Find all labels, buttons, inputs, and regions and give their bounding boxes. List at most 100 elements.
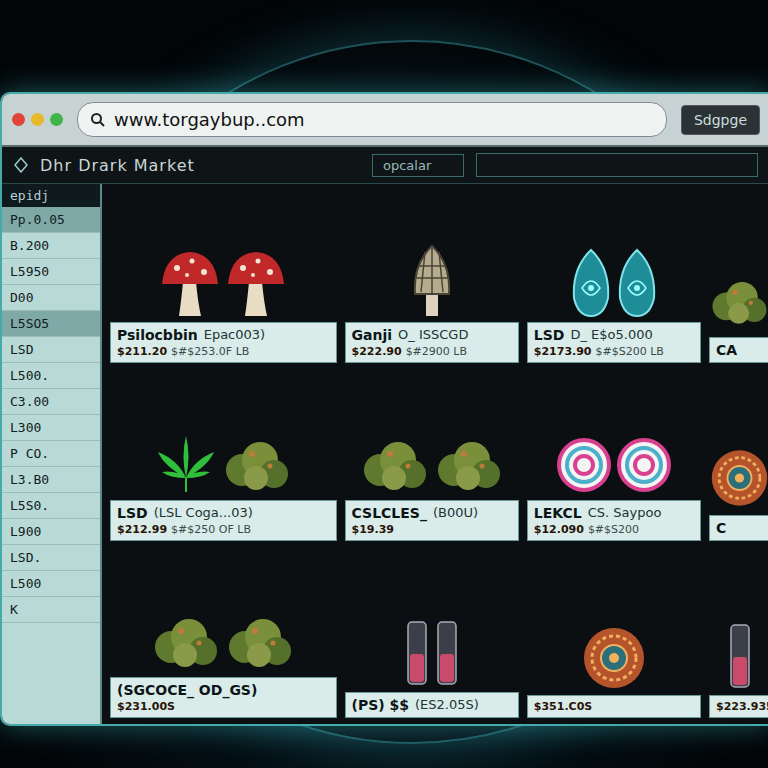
- product-card[interactable]: CSLCLES_ (B00U) $19.39: [345, 369, 519, 540]
- maximize-button[interactable]: [50, 113, 63, 126]
- browser-toolbar: www.torgaybup..com Sdgpge: [2, 94, 768, 147]
- product-row: LSD (LSL Coga...03) $212.99 $#$250 OF LB…: [110, 369, 768, 540]
- product-label: $351.C0S: [527, 695, 701, 718]
- sidebar-item[interactable]: L5S0.: [2, 493, 100, 519]
- sidebar-item[interactable]: C3.00: [2, 389, 100, 415]
- url-text: www.torgaybup..com: [114, 109, 305, 130]
- product-code: CS. Saypoo: [588, 505, 662, 521]
- header-field[interactable]: opcalar: [372, 154, 464, 177]
- product-price: $19.39: [352, 523, 512, 536]
- product-price: $222.90 $#2900 LB: [352, 345, 512, 358]
- price-per-unit: $#$253.0F LB: [171, 345, 249, 358]
- product-label: C: [709, 515, 768, 541]
- search-icon: [90, 112, 106, 128]
- product-row: (SGCOCE_ OD_GS) $231.00S (PS) $$ (ES2.05…: [110, 547, 768, 718]
- product-label: (SGCOCE_ OD_GS) $231.00S: [110, 677, 337, 718]
- site-header: Dhr Drark Market opcalar: [2, 147, 768, 184]
- sidebar-item[interactable]: L500: [2, 571, 100, 597]
- sidebar-item[interactable]: LSD: [2, 337, 100, 363]
- cannabis-bud-icon: [434, 434, 504, 496]
- mushroom-icon: [225, 248, 287, 318]
- address-bar[interactable]: www.torgaybup..com: [77, 102, 667, 137]
- product-card[interactable]: (SGCOCE_ OD_GS) $231.00S: [110, 547, 337, 718]
- product-name: (SGCOCE_ OD_GS): [117, 682, 330, 698]
- morel-icon: [407, 244, 457, 318]
- sidebar-item[interactable]: B.200: [2, 233, 100, 259]
- header-field-empty[interactable]: [476, 153, 758, 177]
- product-art: [110, 192, 337, 318]
- content: epidj Pp.0.05B.200L5950D00L5SO5LSDL500.C…: [2, 184, 768, 724]
- product-name: LSD D_ E$o5.000: [534, 327, 694, 343]
- sidebar-item[interactable]: LSD.: [2, 545, 100, 571]
- sidebar-item[interactable]: K: [2, 597, 100, 623]
- product-card[interactable]: $351.C0S: [527, 547, 701, 718]
- product-price: $2173.90 $#$S200 LB: [534, 345, 694, 358]
- cannabis-bud-icon: [360, 434, 430, 496]
- product-price: $351.C0S: [534, 700, 694, 713]
- product-card[interactable]: LSD (LSL Coga...03) $212.99 $#$250 OF LB: [110, 369, 337, 540]
- product-art: [527, 547, 701, 691]
- cannabis-bud-icon: [225, 611, 295, 673]
- product-card[interactable]: C: [709, 369, 768, 540]
- product-name: C: [716, 520, 763, 536]
- product-art: [709, 369, 768, 510]
- sidebar-item[interactable]: L5SO5: [2, 311, 100, 337]
- product-code: Epac003): [204, 327, 265, 343]
- sidebar-item[interactable]: L3.B0: [2, 467, 100, 493]
- sidebar-item[interactable]: Pp.0.05: [2, 207, 100, 233]
- sidebar-item[interactable]: L500.: [2, 363, 100, 389]
- product-art: [110, 369, 337, 495]
- product-art: [527, 369, 701, 495]
- product-name: CA: [716, 342, 763, 358]
- product-price: $212.99 $#$250 OF LB: [117, 523, 330, 536]
- sidebar-item[interactable]: L900: [2, 519, 100, 545]
- product-card[interactable]: (PS) $$ (ES2.05S): [345, 547, 519, 718]
- vial-icon: [727, 621, 753, 691]
- spiral-candy-icon: [556, 434, 612, 496]
- cannabis-bud-icon: [151, 611, 221, 673]
- product-code: (B00U): [433, 505, 478, 521]
- sidebar-item[interactable]: L300: [2, 415, 100, 441]
- site-title: Dhr Drark Market: [40, 156, 360, 175]
- product-card[interactable]: $223.935: [709, 547, 768, 718]
- product-code: (ES2.05S): [415, 697, 479, 713]
- product-label: Ganji O_ ISSCGD $222.90 $#2900 LB: [345, 322, 519, 363]
- logo-icon: [14, 157, 28, 173]
- product-code: O_ ISSCGD: [398, 327, 468, 343]
- product-art: [527, 192, 701, 318]
- sidebar-item[interactable]: D00: [2, 285, 100, 311]
- product-card[interactable]: LEKCL CS. Saypoo $12.090 $#$S200: [527, 369, 701, 540]
- product-name: LSD (LSL Coga...03): [117, 505, 330, 521]
- product-art: [110, 547, 337, 673]
- product-label: Psilocbbin Epac003) $211.20 $#$253.0F LB: [110, 322, 337, 363]
- price-per-unit: $#2900 LB: [406, 345, 467, 358]
- price-per-unit: $#$S200 LB: [596, 345, 664, 358]
- browser-window: www.torgaybup..com Sdgpge Dhr Drark Mark…: [0, 92, 768, 726]
- product-art: [709, 547, 768, 691]
- product-name: CSLCLES_ (B00U): [352, 505, 512, 521]
- product-name: LEKCL CS. Saypoo: [534, 505, 694, 521]
- spiral-candy-icon: [616, 434, 672, 496]
- page: www.torgaybup..com Sdgpge Dhr Drark Mark…: [0, 0, 768, 768]
- product-art: [345, 547, 519, 688]
- product-name: Psilocbbin Epac003): [117, 327, 330, 343]
- window-controls: [12, 113, 63, 126]
- close-button[interactable]: [12, 113, 25, 126]
- product-art: [345, 192, 519, 318]
- product-card[interactable]: Ganji O_ ISSCGD $222.90 $#2900 LB: [345, 192, 519, 363]
- product-card[interactable]: CA: [709, 192, 768, 363]
- product-code: D_ E$o5.000: [570, 327, 652, 343]
- product-label: (PS) $$ (ES2.05S): [345, 692, 519, 718]
- vial-icon: [434, 618, 460, 688]
- product-card[interactable]: Psilocbbin Epac003) $211.20 $#$253.0F LB: [110, 192, 337, 363]
- product-price: $231.00S: [117, 700, 330, 713]
- toolbar-button[interactable]: Sdgpge: [681, 105, 760, 135]
- minimize-button[interactable]: [31, 113, 44, 126]
- product-name: (PS) $$ (ES2.05S): [352, 697, 512, 713]
- product-price: $211.20 $#$253.0F LB: [117, 345, 330, 358]
- sidebar-item[interactable]: L5950: [2, 259, 100, 285]
- product-name: Ganji O_ ISSCGD: [352, 327, 512, 343]
- product-card[interactable]: LSD D_ E$o5.000 $2173.90 $#$S200 LB: [527, 192, 701, 363]
- sidebar-title: epidj: [2, 184, 100, 207]
- sidebar-item[interactable]: P CO.: [2, 441, 100, 467]
